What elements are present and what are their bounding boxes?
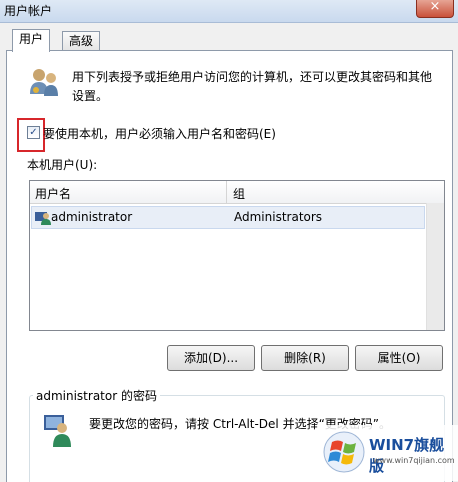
windows-logo-icon (323, 431, 365, 473)
user-security-icon (44, 415, 71, 447)
tab-advanced[interactable]: 高级 (62, 31, 101, 51)
watermark-url: www.win7qijian.com (373, 456, 455, 465)
require-login-label[interactable]: 要使用本机，用户必须输入用户名和密码(E) (43, 125, 276, 142)
row-group: Administrators (234, 210, 323, 224)
table-row[interactable]: administrator Administrators (31, 206, 425, 229)
delete-button[interactable]: 删除(R) (261, 345, 349, 371)
column-header-username[interactable]: 用户名 (35, 185, 71, 202)
close-button[interactable]: × (416, 0, 454, 18)
column-header-group[interactable]: 组 (233, 185, 245, 202)
user-icon (35, 212, 51, 225)
description-text: 用下列表授予或拒绝用户访问您的计算机，还可以更改其密码和其他设置。 (72, 70, 433, 103)
window-title: 用户帐户 (4, 4, 53, 18)
list-scrollbar[interactable] (426, 203, 444, 330)
tab-users[interactable]: 用户 (12, 29, 51, 52)
watermark-title: WIN7旗舰版 (369, 436, 445, 475)
require-login-checkbox[interactable]: ✓ (27, 126, 40, 139)
users-icon (30, 69, 58, 96)
row-username: administrator (51, 210, 133, 224)
properties-button[interactable]: 属性(O) (355, 345, 443, 371)
column-divider[interactable] (226, 181, 227, 203)
watermark: WIN7旗舰版 www.win7qijian.com (317, 425, 458, 481)
list-header: 用户名 组 (30, 181, 444, 204)
title-bar: 用户帐户 × (0, 0, 458, 23)
add-button[interactable]: 添加(D)... (167, 345, 255, 371)
users-listview[interactable]: 用户名 组 administrator Administrators (29, 180, 445, 331)
password-group-title: administrator 的密码 (33, 387, 160, 404)
users-list-label: 本机用户(U): (27, 158, 98, 172)
